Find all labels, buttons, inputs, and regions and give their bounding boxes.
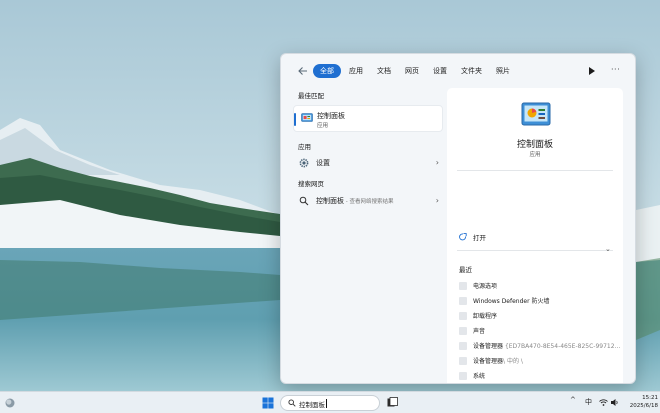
app-result-settings[interactable]: 设置 › [293, 156, 443, 170]
system-clock[interactable]: 15:21 2025/6/18 [620, 394, 658, 410]
results-pane: 最佳匹配 控制面板 应用 应用 设置 › 搜索网页 控制面板 - 查看网络搜索结… [291, 88, 447, 383]
detail-app-type: 应用 [529, 152, 541, 158]
detail-app-name: 控制面板 [516, 140, 553, 150]
recent-item-label: 系统 [473, 373, 486, 380]
search-flyout: 全部 应用 文档 网页 设置 文件夹 照片 ··· 最佳匹配 控制面板 应用 应… [280, 53, 636, 384]
tab-apps[interactable]: 应用 [343, 64, 369, 78]
filter-tabs: 全部 应用 文档 网页 设置 文件夹 照片 [313, 64, 518, 78]
volume-icon[interactable] [610, 398, 619, 407]
weather-widget-icon[interactable] [4, 397, 16, 409]
selection-indicator [294, 113, 296, 126]
recent-item[interactable]: 设备管理器\ 中的 \ [459, 356, 619, 368]
web-query: 控制面板 [316, 197, 344, 205]
recent-item[interactable]: 系统 [459, 371, 619, 383]
wifi-icon[interactable] [599, 398, 608, 407]
settings-gear-icon [299, 158, 309, 168]
file-icon [459, 297, 467, 305]
chevron-right-icon[interactable]: › [436, 196, 439, 205]
open-label: 打开 [473, 234, 486, 242]
app-result-label: 设置 [316, 159, 330, 167]
play-icon[interactable] [588, 66, 596, 76]
file-icon [459, 312, 467, 320]
taskbar-search-box[interactable]: 控制面板 [280, 395, 380, 411]
clock-time: 15:21 [642, 395, 658, 401]
best-match-header: 最佳匹配 [298, 92, 324, 100]
best-match-name: 控制面板 [317, 112, 345, 120]
tab-settings[interactable]: 设置 [427, 64, 453, 78]
apps-header: 应用 [298, 143, 311, 151]
file-icon [459, 282, 467, 290]
recent-item[interactable]: 电源选项 [459, 281, 619, 293]
recent-item[interactable]: Windows Defender 防火墙 [459, 296, 619, 308]
tab-all[interactable]: 全部 [313, 64, 341, 78]
web-result[interactable]: 控制面板 - 查看网络搜索结果 › [293, 194, 443, 208]
divider [457, 250, 613, 251]
recent-item[interactable]: 设备管理器 {ED7BA470-8E54-465E-825C-99712... [459, 341, 620, 353]
chevron-down-icon[interactable]: ⌄ [605, 245, 611, 253]
back-arrow-icon[interactable] [297, 65, 309, 77]
detail-pane: 控制面板 应用 打开 ⌄ 最近 电源选项 Windows Defender 防火… [447, 88, 623, 383]
tab-photos[interactable]: 照片 [490, 64, 516, 78]
divider [457, 170, 613, 171]
taskbar: 控制面板 ^ 中 15:21 2025/6/18 [0, 391, 660, 413]
windows-start-icon[interactable] [262, 397, 274, 409]
web-suffix: - 查看网络搜索结果 [344, 199, 394, 205]
file-icon [459, 372, 467, 380]
file-icon [459, 327, 467, 335]
clock-date: 2025/6/18 [629, 403, 658, 409]
search-input-text[interactable]: 控制面板 [299, 399, 325, 409]
web-header: 搜索网页 [298, 180, 324, 188]
tab-web[interactable]: 网页 [399, 64, 425, 78]
control-panel-large-icon [521, 102, 551, 126]
recent-item-title: 设备管理器 [473, 343, 504, 350]
ime-indicator[interactable]: 中 [585, 397, 592, 407]
more-options-icon[interactable]: ··· [611, 65, 620, 74]
recent-item-label: 设备管理器\ 中的 \ [473, 356, 523, 365]
text-caret [326, 399, 327, 408]
filter-bar: 全部 应用 文档 网页 设置 文件夹 照片 ··· [281, 54, 635, 88]
recent-item-label: 电源选项 [473, 283, 498, 290]
tab-folders[interactable]: 文件夹 [455, 64, 488, 78]
recent-header: 最近 [459, 266, 472, 274]
task-view-icon[interactable] [387, 397, 398, 408]
search-icon [288, 399, 296, 407]
search-icon [299, 196, 309, 206]
control-panel-icon [301, 113, 313, 122]
tab-documents[interactable]: 文档 [371, 64, 397, 78]
recent-item-label: 设备管理器 {ED7BA470-8E54-465E-825C-99712... [473, 341, 620, 350]
best-match-item[interactable]: 控制面板 应用 [293, 105, 443, 132]
chevron-right-icon[interactable]: › [436, 158, 439, 167]
recent-item[interactable]: 卸载程序 [459, 311, 619, 323]
file-icon [459, 342, 467, 350]
recent-item[interactable]: 声音 [459, 326, 619, 338]
open-icon [459, 233, 467, 241]
tray-overflow-chevron-icon[interactable]: ^ [570, 396, 576, 404]
web-result-label: 控制面板 - 查看网络搜索结果 [316, 196, 393, 206]
recent-item-detail: \ 中的 \ [503, 358, 523, 365]
file-icon [459, 357, 467, 365]
recent-item-label: Windows Defender 防火墙 [473, 298, 550, 305]
recent-item-detail: {ED7BA470-8E54-465E-825C-99712... [504, 343, 621, 350]
recent-item-title: 设备管理器 [473, 358, 504, 365]
recent-item-label: 卸载程序 [473, 313, 498, 320]
recent-item-label: 声音 [473, 328, 486, 335]
best-match-type: 应用 [317, 123, 329, 129]
